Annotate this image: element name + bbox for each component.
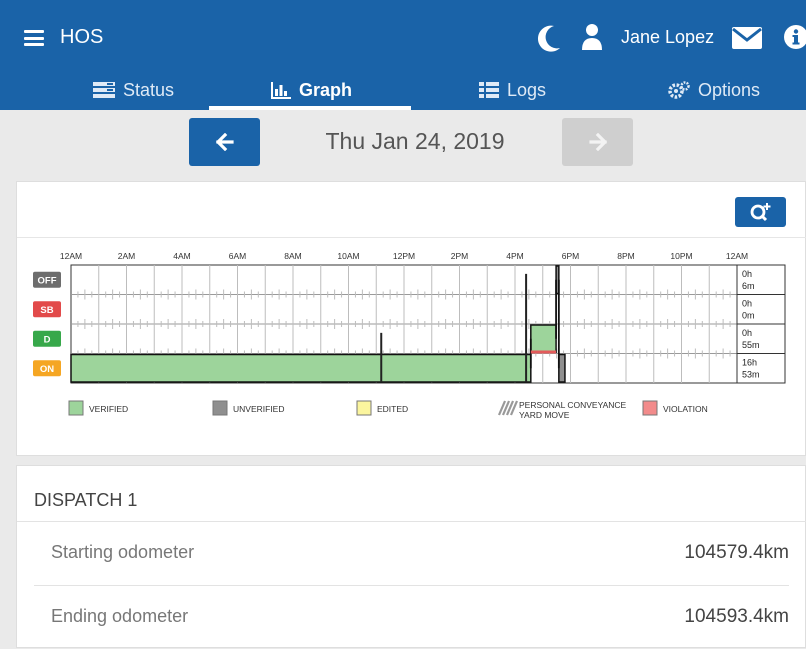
total-hours-d: 0h [742,328,752,338]
legend-swatch-verified [68,400,84,416]
ending-odometer-row: Ending odometer 104593.4km [34,586,789,649]
status-icon [93,82,115,98]
segment-d [530,324,557,354]
zoom-in-icon [750,203,770,222]
x-tick-label: 12AM [60,251,82,261]
tab-status-label: Status [123,79,175,100]
graph-status-labels: OFF SB D ON [33,271,61,377]
mail-icon[interactable] [732,27,762,49]
x-tick-label: 2AM [118,251,135,261]
user-icon[interactable] [582,23,602,51]
total-minutes-d: 55m [742,340,760,350]
hamburger-icon[interactable] [24,30,44,46]
total-hours-sb: 0h [742,299,752,309]
total-hours-off: 0h [742,269,752,279]
total-minutes-on: 53m [742,370,760,380]
x-tick-label: 8PM [617,251,634,261]
x-tick-label: 8AM [284,251,301,261]
status-label-sb: SB [40,305,53,316]
legend-label-edited: EDITED [377,404,408,414]
info-icon[interactable] [783,24,806,50]
x-tick-label: 4PM [506,251,523,261]
moon-icon[interactable] [536,23,562,53]
header-row: HOS Jane Lopez [0,0,806,70]
ending-odometer-value: 104593.4km [684,606,789,627]
tab-options[interactable]: Options [668,70,760,110]
arrow-left-icon [215,133,234,151]
x-tick-label: 10AM [337,251,359,261]
zoom-button[interactable] [735,197,786,227]
legend-swatch-unverified [212,400,228,416]
graph-legend: VERIFIED UNVERIFIED EDITED PERSONAL CONVEYA… [68,400,708,420]
total-minutes-off: 6m [742,281,755,291]
x-tick-label: 12PM [393,251,415,261]
segment-on [558,353,566,383]
x-tick-label: 10PM [670,251,692,261]
next-day-button[interactable] [562,118,633,166]
status-label-off: OFF [38,275,57,286]
segment-violation [530,350,557,354]
segment-on [70,353,532,383]
tab-logs[interactable]: Logs [479,70,546,110]
legend-swatch-personal [497,400,519,416]
dispatch-card: DISPATCH 1 Starting odometer 104579.4km … [16,465,806,648]
tab-graph-label: Graph [299,79,353,100]
tab-bar: Status Graph Logs Options [0,70,806,110]
status-label-on: ON [40,364,54,375]
starting-odometer-label: Starting odometer [51,542,195,562]
x-tick-label: 4AM [173,251,190,261]
user-name[interactable]: Jane Lopez [621,27,714,48]
hos-graph-card: 12AM 2AM 4AM 6AM 8AM 10AM 12PM 2PM 4PM 6PM 8PM 10PM… [16,181,806,456]
total-minutes-sb: 0m [742,311,755,321]
legend-label2-personal: YARD MOVE [519,410,570,420]
tab-status[interactable]: Status [93,70,174,110]
status-label-d: D [44,334,51,345]
ending-odometer-label: Ending odometer [51,606,189,626]
bar-chart-icon [271,81,291,99]
tab-graph[interactable]: Graph [271,70,352,110]
legend-swatch-edited [356,400,372,416]
x-tick-label: 6PM [562,251,579,261]
x-tick-label: 2PM [451,251,468,261]
graph-x-axis: 12AM 2AM 4AM 6AM 8AM 10AM 12PM 2PM 4PM 6PM 8PM 10PM… [60,251,748,261]
list-icon [479,82,499,98]
x-tick-label: 6AM [229,251,246,261]
previous-day-button[interactable] [189,118,260,166]
legend-swatch-violation [642,400,658,416]
tab-options-label: Options [698,79,761,100]
legend-label-verified: VERIFIED [89,404,128,414]
arrow-right-icon [588,133,607,151]
legend-label-unverified: UNVERIFIED [233,404,284,414]
current-date: Thu Jan 24, 2019 [325,128,505,154]
legend-label-personal: PERSONAL CONVEYANCE [519,400,627,410]
hos-log-graph: 12AM 2AM 4AM 6AM 8AM 10AM 12PM 2PM 4PM 6PM 8PM 10PM… [33,251,786,420]
graph-totals: 0h 6m 0h 0m 0h 55m 16h 53m [736,264,786,384]
tab-logs-label: Logs [507,79,547,100]
active-tab-indicator [209,106,411,110]
dispatch-title: DISPATCH 1 [34,490,138,510]
x-tick-label: 12AM [726,251,748,261]
gears-icon [668,81,690,99]
legend-label-violation: VIOLATION [663,404,708,414]
total-hours-on: 16h [742,358,757,368]
top-app-bar: HOS Jane Lopez Status Graph Logs Options [0,0,806,110]
starting-odometer-row: Starting odometer 104579.4km [34,522,789,585]
starting-odometer-value: 104579.4km [684,542,789,563]
app-title: HOS [60,26,104,48]
